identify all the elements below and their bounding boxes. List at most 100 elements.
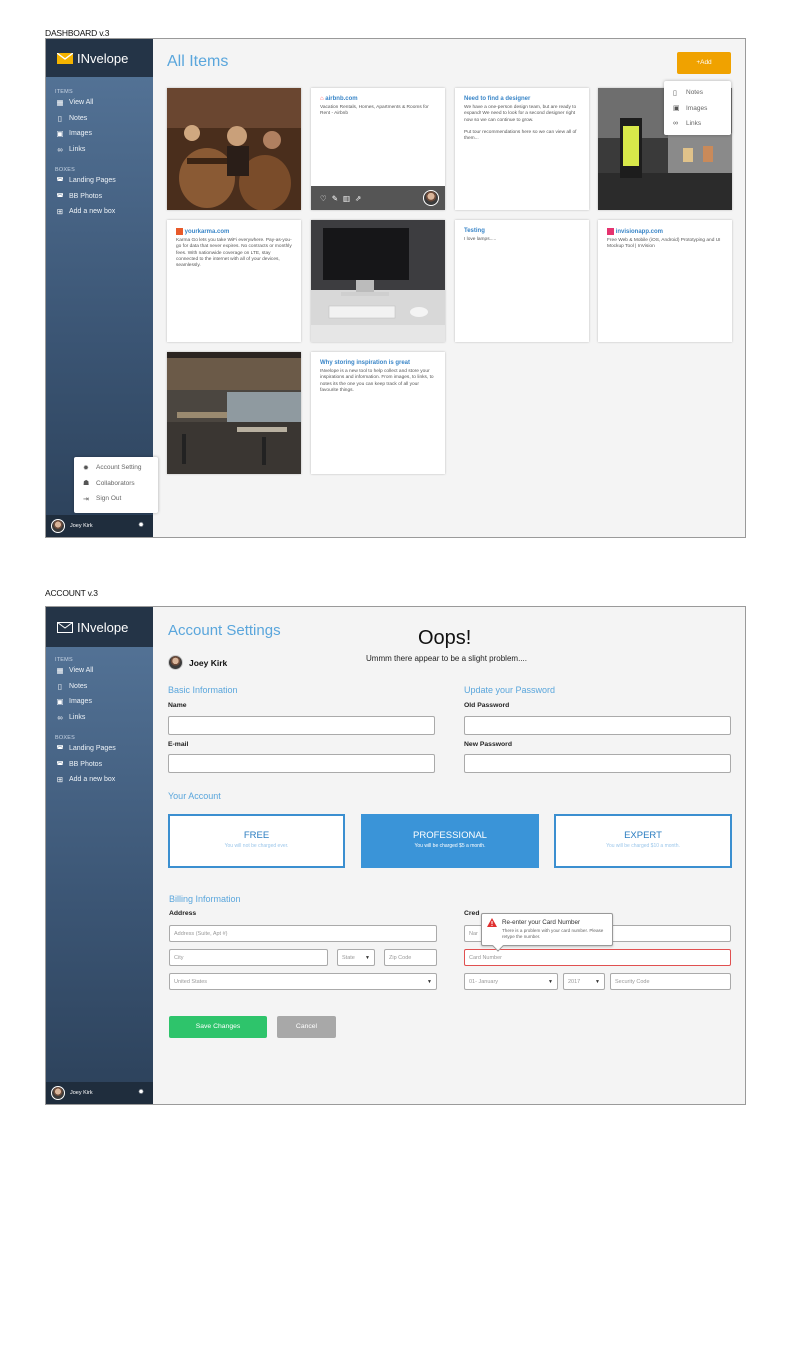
expiry-month-select[interactable]: 01- January ▼	[464, 973, 558, 990]
sidebar-item-view-all[interactable]: ▦ View All	[46, 95, 153, 111]
sidebar-item-bb-photos[interactable]: ◚ BB Photos	[46, 189, 153, 205]
save-button[interactable]: Save Changes	[169, 1016, 267, 1038]
plus-square-icon: ⊞	[56, 207, 64, 217]
menu-label: Collaborators	[96, 479, 135, 487]
cancel-button[interactable]: Cancel	[277, 1016, 336, 1038]
gear-icon[interactable]: ✹	[138, 521, 144, 529]
image-card-desk[interactable]	[311, 220, 445, 342]
grid-icon: ▦	[56, 98, 64, 108]
image-icon: ▣	[673, 105, 680, 113]
note-card-designer[interactable]: Need to find a designer We have a one-pe…	[455, 88, 589, 210]
airbnb-icon: ⌂	[320, 96, 324, 102]
avatar	[51, 519, 65, 533]
new-password-field[interactable]	[464, 754, 731, 773]
card-body: We have a one-person design team, but ar…	[464, 105, 577, 123]
plus-square-icon: ⊞	[56, 775, 64, 785]
add-menu-links[interactable]: ∞ Links	[664, 116, 731, 132]
card-title: airbnb.com	[325, 96, 358, 102]
email-field[interactable]	[168, 754, 435, 773]
sidebar-item-links[interactable]: ∞ Links	[46, 142, 153, 158]
user-bar[interactable]: Joey Kirk ✹	[46, 515, 153, 537]
add-button[interactable]: +Add	[677, 52, 731, 74]
state-select[interactable]: State ▼	[337, 949, 375, 966]
sidebar-item-notes[interactable]: ▯ Notes	[46, 679, 153, 695]
sidebar-item-label: Notes	[69, 114, 88, 122]
sidebar-item-bb-photos[interactable]: ◚ BB Photos	[46, 757, 153, 773]
sidebar: INvelope ITEMS ▦ View All ▯ Notes ▣ Images …	[46, 607, 153, 1104]
desk-photo	[311, 220, 445, 342]
link-card-airbnb[interactable]: ⌂ airbnb.com Vacation Rentals, Homes, Ap…	[311, 88, 445, 210]
sidebar-item-label: Links	[69, 145, 86, 153]
card-title: Why storing inspiration is great	[320, 360, 411, 366]
sidebar-item-label: BB Photos	[69, 192, 103, 200]
warning-icon	[487, 918, 497, 927]
sidebar-item-label: Landing Pages	[69, 177, 116, 185]
image-card-workspace[interactable]	[167, 352, 301, 474]
update-password-heading: Update your Password	[464, 685, 556, 695]
note-card-testing[interactable]: Testing I love lamps.....	[455, 220, 589, 342]
sidebar-item-label: Landing Pages	[69, 745, 116, 753]
sidebar-item-view-all[interactable]: ▦ View All	[46, 663, 153, 679]
logo[interactable]: INvelope	[46, 607, 153, 647]
workspace-photo	[167, 352, 301, 474]
sidebar-item-images[interactable]: ▣ Images	[46, 694, 153, 710]
plan-expert[interactable]: EXPERT You will be charged $10 a month.	[554, 814, 732, 868]
sidebar-item-landing-pages[interactable]: ◚ Landing Pages	[46, 173, 153, 189]
sidebar-item-add-box[interactable]: ⊞ Add a new box	[46, 772, 153, 788]
oops-subtitle: Ummm there appear to be a slight problem…	[366, 654, 527, 663]
menu-label: Sign Out	[96, 495, 122, 503]
plan-free[interactable]: FREE You will not be charged ever.	[168, 814, 345, 868]
sidebar-item-images[interactable]: ▣ Images	[46, 126, 153, 142]
security-code-field[interactable]: Security Code	[610, 973, 731, 990]
old-password-field[interactable]	[464, 716, 731, 735]
chevron-down-icon: ▼	[427, 978, 432, 985]
country-select[interactable]: United States ▼	[169, 973, 437, 990]
note-card-inspiration[interactable]: Why storing inspiration is great INvelop…	[311, 352, 445, 474]
plan-name: PROFESSIONAL	[413, 830, 487, 841]
sidebar-item-label: Images	[69, 698, 92, 706]
gear-icon[interactable]: ✹	[138, 1088, 144, 1096]
grid-icon: ▦	[56, 666, 64, 676]
user-bar[interactable]: Joey Kirk ✹	[46, 1082, 153, 1104]
dashboard-frame: INvelope ITEMS ▦ View All ▯ Notes ▣ Images …	[45, 38, 746, 538]
add-menu-notes[interactable]: ▯ Notes	[664, 85, 731, 101]
menu-account-setting[interactable]: ✹ Account Setting	[74, 460, 158, 476]
box-icon: ◚	[56, 176, 64, 186]
sidebar-item-links[interactable]: ∞ Links	[46, 710, 153, 726]
card-body: I love lamps.....	[464, 237, 497, 242]
trash-icon[interactable]: ▥	[343, 194, 350, 203]
oops-title: Oops!	[418, 627, 472, 649]
account-section-label: ACCOUNT v.3	[45, 588, 98, 598]
sidebar-item-label: Notes	[69, 682, 88, 690]
plan-professional[interactable]: PROFESSIONAL You will be charged $5 a mo…	[361, 814, 539, 868]
name-field[interactable]	[168, 716, 435, 735]
sidebar-item-label: View All	[69, 667, 94, 675]
sidebar-item-landing-pages[interactable]: ◚ Landing Pages	[46, 741, 153, 757]
sidebar-item-add-box[interactable]: ⊞ Add a new box	[46, 204, 153, 220]
address-field[interactable]: Address (Suite, Apt #)	[169, 925, 437, 942]
sidebar-item-notes[interactable]: ▯ Notes	[46, 111, 153, 127]
card-number-field[interactable]: Card Number	[464, 949, 731, 966]
tooltip-title: Re-enter your Card Number	[502, 919, 581, 926]
zip-field[interactable]: Zip Code	[384, 949, 437, 966]
year-value: 2017	[568, 978, 581, 985]
link-card-invision[interactable]: invisionapp.com Free Web & Mobile (iOS, …	[598, 220, 732, 342]
add-menu-images[interactable]: ▣ Images	[664, 101, 731, 117]
user-menu: ✹ Account Setting ☗ Collaborators ⇥ Sign Ou…	[74, 457, 158, 513]
expiry-year-select[interactable]: 2017 ▼	[563, 973, 605, 990]
box-icon: ◚	[56, 191, 64, 201]
note-icon: ▯	[673, 89, 677, 97]
heart-icon[interactable]: ♡	[320, 194, 327, 203]
city-field[interactable]: City	[169, 949, 328, 966]
image-card-bar[interactable]	[167, 88, 301, 210]
chevron-down-icon: ▼	[548, 978, 553, 985]
edit-icon[interactable]: ✎	[332, 194, 338, 203]
menu-collaborators[interactable]: ☗ Collaborators	[74, 476, 158, 492]
link-card-yourkarma[interactable]: yourkarma.com Karma Go lets you take WiF…	[167, 220, 301, 342]
new-password-label: New Password	[464, 741, 512, 748]
share-icon[interactable]: ⇗	[355, 194, 361, 203]
menu-sign-out[interactable]: ⇥ Sign Out	[74, 491, 158, 507]
country-value: United States	[174, 978, 208, 985]
basic-info-heading: Basic Information	[168, 685, 238, 695]
logo[interactable]: INvelope	[46, 39, 153, 77]
